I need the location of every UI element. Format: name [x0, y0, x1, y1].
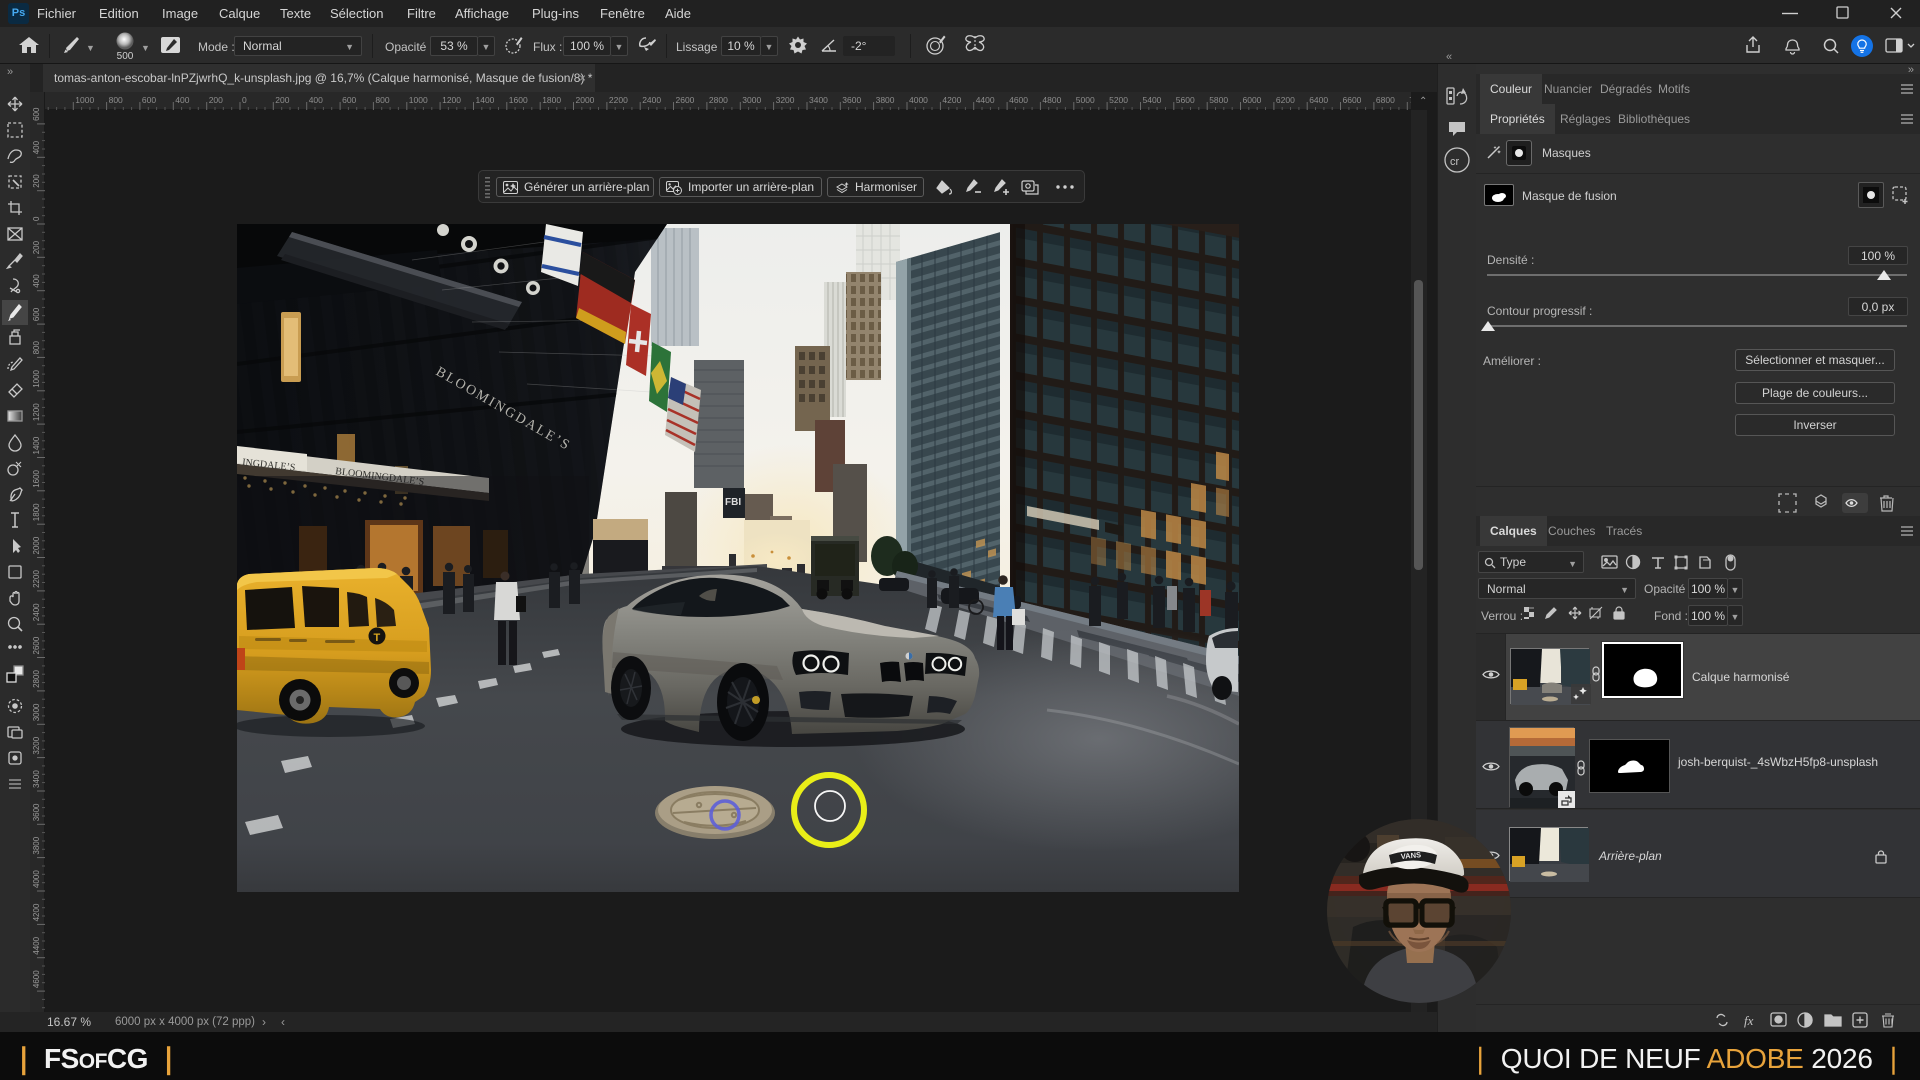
svg-text:1000: 1000: [32, 369, 41, 387]
svg-text:4000: 4000: [909, 95, 928, 105]
svg-text:5200: 5200: [1109, 95, 1128, 105]
svg-text:3200: 3200: [32, 736, 41, 754]
svg-text:2000: 2000: [576, 95, 595, 105]
svg-text:800: 800: [109, 95, 123, 105]
svg-text:200: 200: [32, 240, 41, 254]
svg-text:6000: 6000: [1243, 95, 1262, 105]
svg-text:1600: 1600: [509, 95, 528, 105]
svg-text:4400: 4400: [976, 95, 995, 105]
svg-text:6200: 6200: [1276, 95, 1295, 105]
svg-text:4600: 4600: [32, 970, 41, 988]
svg-text:4200: 4200: [32, 903, 41, 921]
svg-text:2000: 2000: [32, 536, 41, 554]
svg-text:600: 600: [342, 95, 356, 105]
svg-text:6600: 6600: [1343, 95, 1362, 105]
svg-text:3200: 3200: [776, 95, 795, 105]
svg-text:4200: 4200: [942, 95, 961, 105]
svg-text:0: 0: [32, 216, 41, 221]
svg-text:3800: 3800: [876, 95, 895, 105]
svg-text:400: 400: [32, 140, 41, 154]
svg-text:800: 800: [32, 341, 41, 355]
svg-text:1800: 1800: [32, 503, 41, 521]
svg-text:4000: 4000: [32, 870, 41, 888]
svg-text:3400: 3400: [809, 95, 828, 105]
svg-text:2800: 2800: [32, 670, 41, 688]
svg-text:0: 0: [242, 95, 247, 105]
svg-text:2600: 2600: [32, 636, 41, 654]
svg-text:1200: 1200: [442, 95, 461, 105]
svg-text:1400: 1400: [476, 95, 495, 105]
svg-text:200: 200: [209, 95, 223, 105]
svg-text:1800: 1800: [542, 95, 561, 105]
svg-text:5000: 5000: [1076, 95, 1095, 105]
svg-text:800: 800: [375, 95, 389, 105]
svg-text:200: 200: [275, 95, 289, 105]
svg-text:3400: 3400: [32, 770, 41, 788]
svg-text:4400: 4400: [32, 936, 41, 954]
svg-text:1400: 1400: [32, 436, 41, 454]
svg-text:2200: 2200: [32, 570, 41, 588]
svg-text:fx: fx: [1744, 1013, 1754, 1028]
svg-text:3600: 3600: [842, 95, 861, 105]
svg-text:2200: 2200: [609, 95, 628, 105]
svg-text:3800: 3800: [32, 836, 41, 854]
svg-text:1000: 1000: [75, 95, 94, 105]
svg-text:6800: 6800: [1376, 95, 1395, 105]
svg-text:4600: 4600: [1009, 95, 1028, 105]
svg-text:5800: 5800: [1209, 95, 1228, 105]
svg-text:3600: 3600: [32, 803, 41, 821]
svg-text:5400: 5400: [1143, 95, 1162, 105]
svg-text:1200: 1200: [32, 403, 41, 421]
svg-text:cr: cr: [1450, 156, 1460, 168]
svg-text:3000: 3000: [742, 95, 761, 105]
svg-text:5600: 5600: [1176, 95, 1195, 105]
svg-text:7000: 7000: [1409, 95, 1411, 105]
svg-text:VANS: VANS: [1400, 850, 1421, 861]
svg-text:600: 600: [32, 307, 41, 321]
svg-text:FBI: FBI: [725, 497, 741, 508]
svg-text:2800: 2800: [709, 95, 728, 105]
svg-text:400: 400: [175, 95, 189, 105]
svg-text:400: 400: [32, 274, 41, 288]
svg-text:1600: 1600: [32, 469, 41, 487]
svg-text:2400: 2400: [32, 603, 41, 621]
svg-text:T: T: [374, 632, 381, 644]
svg-text:1000: 1000: [409, 95, 428, 105]
svg-text:600: 600: [142, 95, 156, 105]
svg-text:600: 600: [32, 107, 41, 121]
svg-text:4800: 4800: [1042, 95, 1061, 105]
svg-text:400: 400: [309, 95, 323, 105]
svg-text:2400: 2400: [642, 95, 661, 105]
svg-text:200: 200: [32, 174, 41, 188]
svg-text:3000: 3000: [32, 703, 41, 721]
svg-text:2600: 2600: [676, 95, 695, 105]
svg-text:6400: 6400: [1309, 95, 1328, 105]
